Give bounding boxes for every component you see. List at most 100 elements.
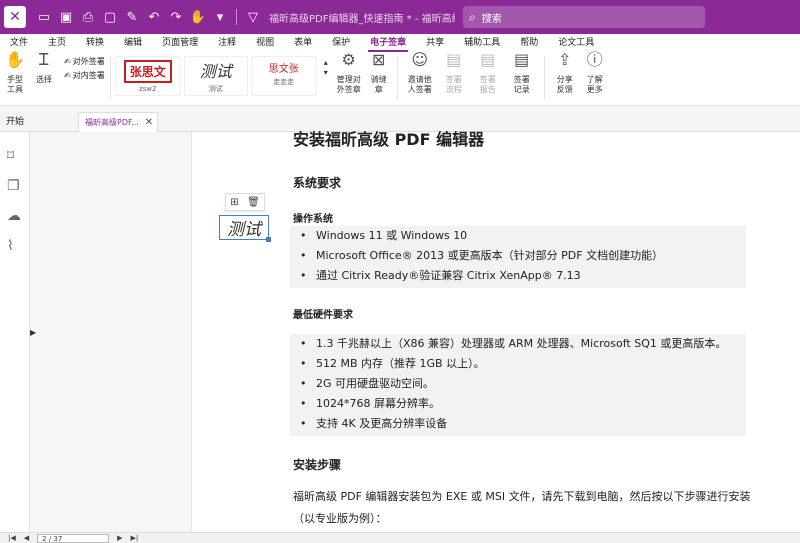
report-icon: ▤	[480, 50, 496, 69]
os-list: Windows 11 或 Windows 10 Microsoft Office…	[290, 226, 746, 288]
search-icon: ⌕	[469, 9, 476, 24]
menu-e-signature[interactable]: 电子签章	[360, 34, 416, 52]
user-icon: ☺	[411, 50, 429, 69]
close-icon[interactable]: ✕	[145, 117, 153, 128]
divider	[109, 56, 111, 100]
undo-icon[interactable]: ↶	[144, 7, 164, 27]
subsection-heading: 操作系统	[293, 214, 333, 225]
share-feedback-button[interactable]: ⇪ 分享 反馈	[550, 52, 580, 95]
learn-more-button[interactable]: ⓘ 了解 更多	[580, 52, 610, 95]
edit-icon[interactable]: ✎	[122, 7, 142, 27]
list-item: 1024*768 屏幕分辨率。	[290, 394, 746, 414]
chevron-up-icon: ▴	[323, 58, 328, 67]
folder-icon[interactable]: ▭	[34, 7, 54, 27]
quick-access-toolbar: ▭ ▣ ⎙ ▢ ✎ ↶ ↷ ✋ ▾ ▽	[34, 7, 263, 27]
menu-convert[interactable]: 转换	[76, 34, 114, 52]
search-input[interactable]: ⌕ 搜索	[463, 6, 705, 28]
delete-icon[interactable]: 🗑	[247, 197, 260, 208]
sign-external-button[interactable]: ✍ 对外签署	[64, 56, 105, 67]
placed-signature[interactable]: 测试	[219, 215, 271, 242]
sign-flow-button[interactable]: ▤ 签署 流程	[437, 52, 471, 95]
divider	[543, 56, 545, 100]
flow-icon: ▤	[446, 50, 462, 69]
sign-record-button[interactable]: ▤ 签署 记录	[505, 52, 539, 95]
prev-page-icon[interactable]: ◀	[24, 534, 29, 542]
dropdown-icon[interactable]: ▽	[243, 7, 263, 27]
sign-options: ✍ 对外签署 ✍ 对内签署	[64, 52, 105, 81]
left-sidebar: ⌑ ❐ ☁ ⌇	[0, 132, 30, 532]
text-cursor-icon: Ꮖ	[38, 50, 50, 69]
list-item: Windows 11 或 Windows 10	[290, 226, 746, 246]
page-number-input[interactable]: 2 / 37	[37, 533, 110, 543]
navigation-panel: ▶	[30, 132, 192, 532]
menu-page-manage[interactable]: 页面管理	[152, 34, 208, 52]
list-item: 1.3 千兆赫以上（X86 兼容）处理器或 ARM 处理器、Microsoft …	[290, 334, 746, 354]
sign-report-button[interactable]: ▤ 签署 报告	[471, 52, 505, 95]
hand-tool-button[interactable]: ✋ 手型 工具	[0, 52, 30, 95]
document-title: 安装福昕高级 PDF 编辑器	[293, 130, 485, 149]
edit-signature-icon[interactable]: ⊞	[230, 197, 238, 208]
stamp-icon: ⊠	[372, 50, 386, 69]
paragraph: 福昕高级 PDF 编辑器安装包为 EXE 或 MSI 文件，请先下载到电脑，然后…	[293, 490, 751, 525]
section-heading: 系统要求	[293, 176, 342, 190]
first-page-icon[interactable]: |◀	[8, 534, 16, 542]
list-item: 支持 4K 及更高分辨率设备	[290, 414, 746, 434]
menu-comment[interactable]: 注释	[208, 34, 246, 52]
menu-edit[interactable]: 编辑	[114, 34, 152, 52]
search-placeholder: 搜索	[481, 13, 502, 25]
last-page-icon[interactable]: ▶|	[131, 534, 139, 542]
comment-icon[interactable]: ☁	[7, 208, 21, 224]
share-icon: ⇪	[558, 50, 572, 69]
print-icon[interactable]: ⎙	[78, 7, 98, 27]
hand-icon: ✋	[5, 50, 25, 69]
redo-icon[interactable]: ↷	[166, 7, 186, 27]
ribbon-toolbar: ✋ 手型 工具 Ꮖ 选择 ✍ 对外签署 ✍ 对内签署 张思文 zsw2 测试 测试 …	[0, 52, 800, 106]
signature-handwritten: 测试	[199, 62, 232, 81]
pen-icon: ✍	[64, 57, 71, 66]
signature-option-3[interactable]: 思文张 走走走	[251, 56, 316, 96]
invite-sign-button[interactable]: ☺ 邀请他 人签署	[403, 52, 437, 95]
new-doc-icon[interactable]: ▢	[100, 7, 120, 27]
next-page-icon[interactable]: ▶	[117, 534, 122, 542]
signature-toolbar: ⊞ 🗑	[225, 193, 265, 211]
list-item: 2G 可用硬盘驱动空间。	[290, 374, 746, 394]
signature-scroll[interactable]: ▴ ▾	[320, 52, 332, 78]
hand-icon[interactable]: ✋	[188, 7, 208, 27]
pages-icon[interactable]: ❐	[7, 178, 20, 194]
status-bar: |◀ ◀ 2 / 37 ▶ ▶|	[0, 532, 800, 543]
menu-form[interactable]: 表单	[284, 34, 322, 52]
tab-start[interactable]: 开始	[6, 114, 24, 127]
title-bar: ✕ ▭ ▣ ⎙ ▢ ✎ ↶ ↷ ✋ ▾ ▽ 福昕高级PDF编辑器_快速指南 * …	[0, 0, 800, 34]
manage-external-button[interactable]: ⚙ 管理对 外签章	[332, 52, 366, 95]
list-item: 512 MB 内存（推荐 1GB 以上）。	[290, 354, 746, 374]
document-title: 福昕高级PDF编辑器_快速指南 * - 福昕高级PDF编...	[269, 13, 455, 25]
signature-option-2[interactable]: 测试 测试	[183, 56, 248, 96]
seam-stamp-button[interactable]: ⊠ 骑缝 章	[366, 52, 392, 95]
divider	[396, 56, 398, 100]
hardware-list: 1.3 千兆赫以上（X86 兼容）处理器或 ARM 处理器、Microsoft …	[290, 334, 746, 436]
record-icon: ▤	[514, 50, 530, 69]
app-logo: ✕	[4, 6, 26, 28]
list-item: 通过 Citrix Ready®验证兼容 Citrix XenApp® 7.13	[290, 266, 746, 286]
signature-option-1[interactable]: 张思文 zsw2	[115, 56, 180, 96]
info-icon: ⓘ	[586, 50, 603, 69]
attachment-icon[interactable]: ⌇	[7, 238, 14, 254]
signature-stamp: 思文张	[268, 64, 299, 75]
chevron-down-icon: ▾	[323, 68, 328, 77]
document-page: 安装福昕高级 PDF 编辑器 系统要求 操作系统 Windows 11 或 Wi…	[280, 120, 760, 532]
pen-icon: ✍	[64, 71, 71, 80]
signature-stamp: 张思文	[123, 59, 172, 83]
menu-bar: 文件 主页 转换 编辑 页面管理 注释 视图 表单 保护 电子签章 共享 辅助工…	[0, 34, 800, 52]
select-button[interactable]: Ꮖ 选择	[30, 52, 58, 85]
divider	[236, 9, 237, 25]
list-item: Microsoft Office® 2013 或更高版本（针对部分 PDF 文档…	[290, 246, 746, 266]
subsection-heading: 最低硬件要求	[293, 310, 353, 321]
bookmark-icon[interactable]: ⌑	[7, 148, 14, 164]
sign-internal-button[interactable]: ✍ 对内签署	[64, 70, 105, 81]
save-icon[interactable]: ▣	[56, 7, 76, 27]
menu-view[interactable]: 视图	[246, 34, 284, 52]
manage-icon: ⚙	[341, 50, 356, 69]
tab-document[interactable]: 福昕高级PDF... ✕	[78, 112, 158, 132]
panel-expand-icon[interactable]: ▶	[30, 328, 36, 337]
chevron-down-icon[interactable]: ▾	[210, 7, 230, 27]
